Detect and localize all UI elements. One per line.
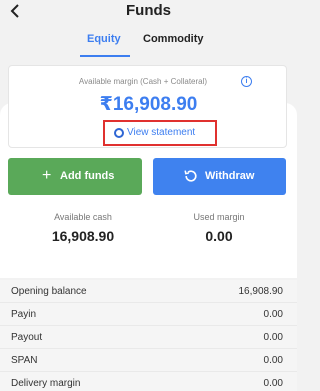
header-bar: Funds bbox=[0, 0, 297, 26]
breakdown-row-payin: Payin 0.00 bbox=[0, 303, 297, 326]
view-statement-label: View statement bbox=[127, 127, 196, 138]
tab-equity[interactable]: Equity bbox=[87, 33, 121, 45]
view-statement-link[interactable]: View statement bbox=[103, 120, 217, 146]
row-label: SPAN bbox=[11, 355, 38, 366]
add-funds-label: Add funds bbox=[60, 170, 115, 182]
plus-icon: + bbox=[42, 167, 52, 184]
refresh-icon bbox=[184, 170, 197, 182]
tab-commodity[interactable]: Commodity bbox=[143, 33, 204, 45]
row-value: 0.00 bbox=[263, 355, 283, 366]
available-margin-value: ₹16,908.90 bbox=[99, 94, 198, 115]
available-cash-value: 16,908.90 bbox=[51, 228, 115, 244]
row-value: 0.00 bbox=[263, 332, 283, 343]
used-margin-label: Used margin bbox=[193, 212, 245, 222]
row-label: Delivery margin bbox=[11, 378, 81, 389]
funds-breakdown-list: Opening balance 16,908.90 Payin 0.00 Pay… bbox=[0, 280, 297, 391]
breakdown-row-payout: Payout 0.00 bbox=[0, 326, 297, 349]
active-tab-indicator bbox=[80, 55, 130, 57]
statement-icon bbox=[114, 128, 124, 138]
withdraw-button[interactable]: Withdraw bbox=[153, 158, 286, 195]
row-value: 0.00 bbox=[263, 309, 283, 320]
breakdown-row-delivery-margin: Delivery margin 0.00 bbox=[0, 372, 297, 391]
breakdown-row-span: SPAN 0.00 bbox=[0, 349, 297, 372]
row-label: Payout bbox=[11, 332, 43, 343]
available-cash-label: Available cash bbox=[54, 212, 112, 222]
page-title: Funds bbox=[126, 2, 171, 19]
row-value: 0.00 bbox=[263, 378, 283, 389]
withdraw-label: Withdraw bbox=[205, 170, 255, 182]
segment-tabs: Equity Commodity bbox=[0, 33, 297, 59]
breakdown-row-opening-balance: Opening balance 16,908.90 bbox=[0, 280, 297, 303]
available-margin-label: Available margin (Cash + Collateral) bbox=[78, 77, 208, 86]
available-margin-card: Available margin (Cash + Collateral) i ₹… bbox=[8, 65, 287, 148]
used-margin-value: 0.00 bbox=[205, 228, 233, 244]
info-icon[interactable]: i bbox=[241, 76, 252, 87]
add-funds-button[interactable]: + Add funds bbox=[8, 158, 142, 195]
row-value: 16,908.90 bbox=[238, 286, 284, 297]
row-label: Opening balance bbox=[11, 286, 87, 297]
row-label: Payin bbox=[11, 309, 37, 320]
